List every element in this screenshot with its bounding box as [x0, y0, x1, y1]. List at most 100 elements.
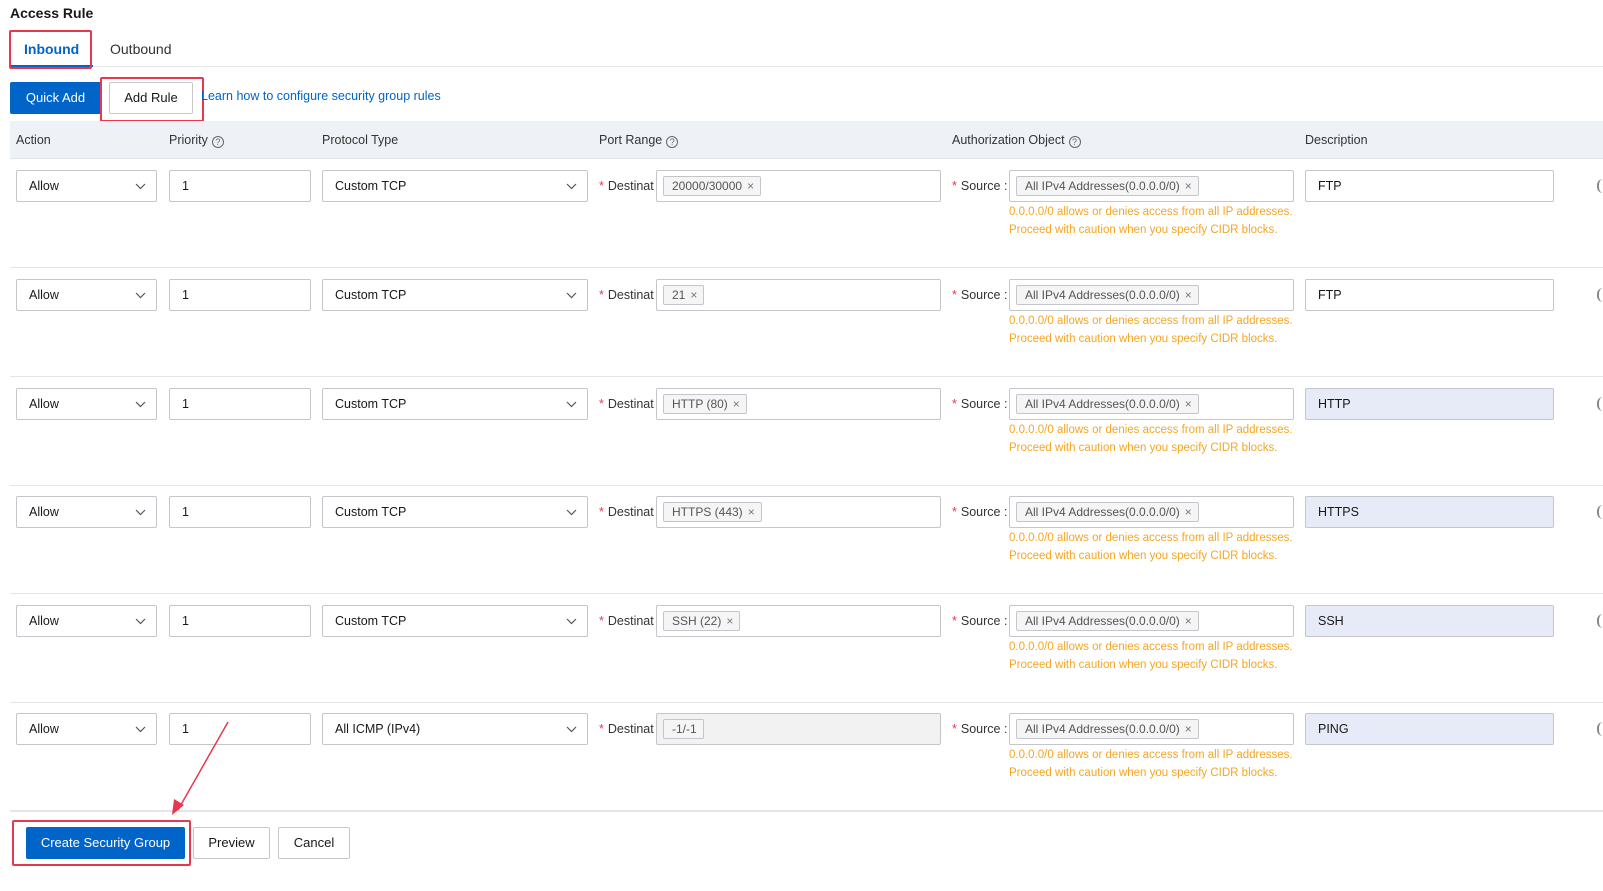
- source-input[interactable]: All IPv4 Addresses(0.0.0.0/0) ×: [1009, 605, 1294, 637]
- cancel-button[interactable]: Cancel: [278, 827, 350, 859]
- source-label-text: Source :: [960, 722, 1008, 736]
- header-description: Description: [1305, 133, 1368, 147]
- warning-text: 0.0.0.0/0 allows or denies access from a…: [1009, 424, 1293, 454]
- action-select[interactable]: Allow: [16, 605, 157, 637]
- warning-text: 0.0.0.0/0 allows or denies access from a…: [1009, 641, 1293, 671]
- source-input[interactable]: All IPv4 Addresses(0.0.0.0/0) ×: [1009, 388, 1294, 420]
- source-input[interactable]: All IPv4 Addresses(0.0.0.0/0) ×: [1009, 496, 1294, 528]
- help-circle-icon[interactable]: ?: [666, 136, 679, 148]
- priority-input[interactable]: 1: [169, 388, 311, 420]
- source-input[interactable]: All IPv4 Addresses(0.0.0.0/0) ×: [1009, 170, 1294, 202]
- protocol-select[interactable]: All ICMP (IPv4): [322, 713, 588, 745]
- help-circle-icon[interactable]: ?: [211, 136, 224, 148]
- description-value: FTP: [1318, 179, 1342, 193]
- close-icon[interactable]: ×: [1185, 614, 1192, 628]
- protocol-select[interactable]: Custom TCP: [322, 170, 588, 202]
- priority-input[interactable]: 1: [169, 279, 311, 311]
- priority-value: 1: [182, 397, 189, 411]
- close-icon[interactable]: ×: [1185, 505, 1192, 519]
- description-input[interactable]: PING: [1305, 713, 1554, 745]
- description-input[interactable]: FTP: [1305, 279, 1554, 311]
- destination-label-text: Destinat: [607, 722, 654, 736]
- preview-button[interactable]: Preview: [193, 827, 270, 859]
- row-edge-handle: [1597, 505, 1603, 519]
- port-range-input[interactable]: SSH (22) ×: [656, 605, 941, 637]
- row-edge-handle: [1597, 614, 1603, 628]
- destination-label: * Destinat: [599, 713, 654, 745]
- source-tag-label: All IPv4 Addresses(0.0.0.0/0): [1025, 178, 1180, 193]
- close-icon[interactable]: ×: [1185, 179, 1192, 193]
- port-range-input[interactable]: 20000/30000 ×: [656, 170, 941, 202]
- close-icon[interactable]: ×: [1185, 722, 1192, 736]
- header-priority: Priority?: [169, 121, 224, 159]
- source-input[interactable]: All IPv4 Addresses(0.0.0.0/0) ×: [1009, 279, 1294, 311]
- port-tag: 20000/30000 ×: [663, 175, 762, 196]
- source-tag: All IPv4 Addresses(0.0.0.0/0) ×: [1016, 718, 1199, 739]
- protocol-select[interactable]: Custom TCP: [322, 496, 588, 528]
- chevron-down-icon: [135, 171, 146, 201]
- protocol-value: Custom TCP: [335, 505, 407, 519]
- port-tag: SSH (22) ×: [663, 610, 741, 631]
- row-edge-handle: [1597, 397, 1603, 411]
- create-security-group-button[interactable]: Create Security Group: [26, 827, 185, 859]
- tab-inbound[interactable]: Inbound: [10, 30, 94, 67]
- source-tag-label: All IPv4 Addresses(0.0.0.0/0): [1025, 287, 1180, 302]
- source-input[interactable]: All IPv4 Addresses(0.0.0.0/0) ×: [1009, 713, 1294, 745]
- port-range-input[interactable]: 21 ×: [656, 279, 941, 311]
- section-title: Access Rule: [10, 5, 94, 21]
- protocol-value: All ICMP (IPv4): [335, 722, 421, 736]
- quick-add-button[interactable]: Quick Add: [10, 82, 101, 114]
- close-icon[interactable]: ×: [748, 505, 755, 519]
- help-link[interactable]: Learn how to configure security group ru…: [201, 89, 441, 103]
- destination-label-text: Destinat: [607, 505, 654, 519]
- protocol-value: Custom TCP: [335, 288, 407, 302]
- table-row: Allow 1 Custom TCP * Destinat HTTP (80) × …: [10, 377, 1603, 486]
- description-value: HTTPS: [1318, 505, 1359, 519]
- source-tag-label: All IPv4 Addresses(0.0.0.0/0): [1025, 396, 1180, 411]
- priority-input[interactable]: 1: [169, 605, 311, 637]
- priority-input[interactable]: 1: [169, 713, 311, 745]
- action-select[interactable]: Allow: [16, 713, 157, 745]
- close-icon[interactable]: ×: [747, 179, 754, 193]
- table-row: Allow 1 Custom TCP * Destinat 20000/30000…: [10, 159, 1603, 268]
- port-range-input[interactable]: HTTPS (443) ×: [656, 496, 941, 528]
- description-input[interactable]: HTTP: [1305, 388, 1554, 420]
- header-protocol: Protocol Type: [322, 133, 399, 147]
- destination-label-text: Destinat: [607, 288, 654, 302]
- description-input[interactable]: SSH: [1305, 605, 1554, 637]
- description-value: SSH: [1318, 614, 1344, 628]
- protocol-value: Custom TCP: [335, 397, 407, 411]
- close-icon[interactable]: ×: [733, 397, 740, 411]
- close-icon[interactable]: ×: [1185, 397, 1192, 411]
- protocol-value: Custom TCP: [335, 614, 407, 628]
- description-input[interactable]: HTTPS: [1305, 496, 1554, 528]
- source-label: * Source :: [952, 713, 1007, 745]
- action-select[interactable]: Allow: [16, 388, 157, 420]
- close-icon[interactable]: ×: [726, 614, 733, 628]
- destination-label: * Destinat: [599, 605, 654, 637]
- protocol-select[interactable]: Custom TCP: [322, 605, 588, 637]
- required-asterisk: *: [952, 614, 957, 628]
- protocol-select[interactable]: Custom TCP: [322, 388, 588, 420]
- priority-input[interactable]: 1: [169, 170, 311, 202]
- action-select[interactable]: Allow: [16, 279, 157, 311]
- source-label: * Source :: [952, 388, 1007, 420]
- add-rule-button[interactable]: Add Rule: [109, 82, 193, 114]
- chevron-down-icon: [566, 171, 577, 201]
- table-row: Allow 1 Custom TCP * Destinat SSH (22) × *…: [10, 594, 1603, 703]
- tab-outbound[interactable]: Outbound: [96, 30, 186, 67]
- close-icon[interactable]: ×: [1185, 288, 1192, 302]
- action-value: Allow: [29, 288, 59, 302]
- priority-input[interactable]: 1: [169, 496, 311, 528]
- action-select[interactable]: Allow: [16, 496, 157, 528]
- chevron-down-icon: [135, 280, 146, 310]
- protocol-select[interactable]: Custom TCP: [322, 279, 588, 311]
- port-range-input[interactable]: HTTP (80) ×: [656, 388, 941, 420]
- description-input[interactable]: FTP: [1305, 170, 1554, 202]
- source-label: * Source :: [952, 496, 1007, 528]
- priority-value: 1: [182, 614, 189, 628]
- action-select[interactable]: Allow: [16, 170, 157, 202]
- close-icon[interactable]: ×: [690, 288, 697, 302]
- row-edge-handle: [1597, 179, 1603, 193]
- help-circle-icon[interactable]: ?: [1068, 136, 1081, 148]
